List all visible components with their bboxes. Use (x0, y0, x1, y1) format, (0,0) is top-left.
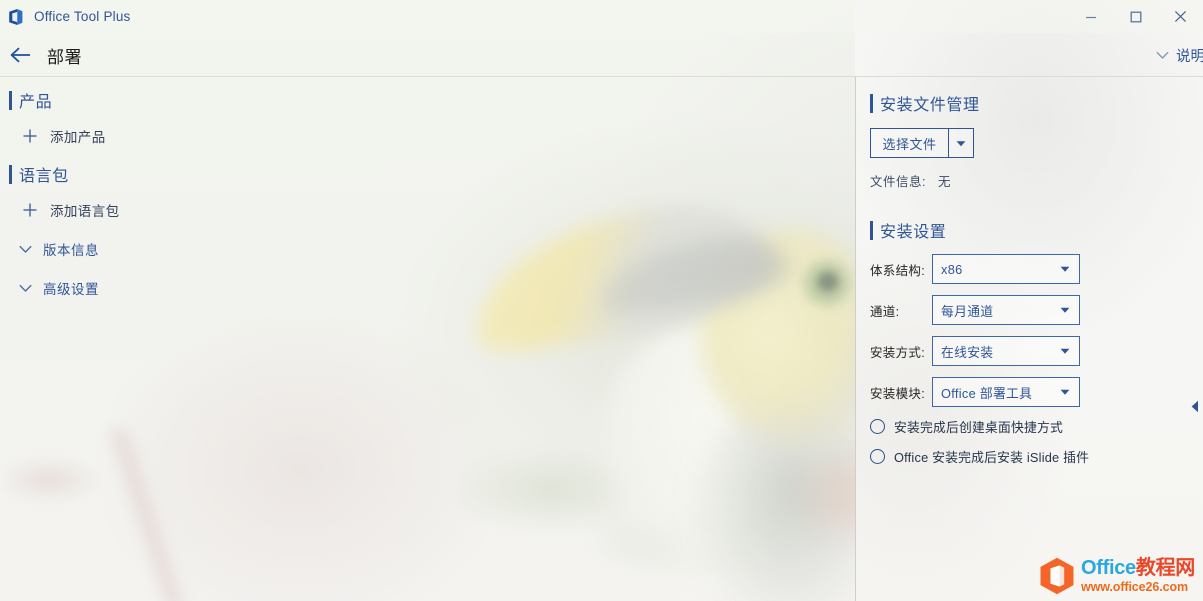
select-file-group: 选择文件 (870, 128, 974, 158)
add-product-label: 添加产品 (50, 130, 106, 145)
section-accent-bar (870, 220, 873, 240)
maximize-icon[interactable] (1113, 0, 1158, 33)
watermark-brand-en: Office (1081, 557, 1136, 580)
section-header-language-packs: 语言包 (9, 161, 855, 187)
minimize-icon[interactable] (1068, 0, 1113, 33)
field-install-method: 安装方式: 在线安装 (870, 336, 1203, 366)
add-language-pack-label: 添加语言包 (50, 204, 120, 219)
sidebar-item-version-info-label: 版本信息 (43, 243, 99, 258)
option-create-desktop-shortcut[interactable]: 安装完成后创建桌面快捷方式 (870, 415, 1203, 437)
title-bar: Office Tool Plus (0, 0, 1203, 33)
architecture-select[interactable]: x86 (932, 254, 1080, 284)
section-title-file-management: 安装文件管理 (880, 97, 980, 114)
caret-down-icon (1060, 307, 1070, 314)
sidebar-item-advanced-settings-label: 高级设置 (43, 282, 99, 297)
sidebar-item-version-info[interactable]: 版本信息 (17, 234, 855, 264)
add-language-pack-button[interactable]: 添加语言包 (22, 195, 855, 225)
caret-down-icon (1060, 389, 1070, 396)
channel-select[interactable]: 每月通道 (932, 295, 1080, 325)
file-info-value: 无 (937, 175, 951, 189)
page-header: 部署 说明 (0, 33, 1203, 77)
window-controls (1068, 0, 1203, 33)
office-logo-icon (1039, 557, 1075, 595)
install-module-select[interactable]: Office 部署工具 (932, 377, 1080, 407)
watermark-brand-cn: 教程网 (1135, 557, 1195, 580)
file-info-label: 文件信息: (870, 175, 926, 189)
office-tool-plus-window: Office Tool Plus 部署 说明 产品 添加产品 语言包 添加语言包… (0, 0, 1203, 601)
field-install-module: 安装模块: Office 部署工具 (870, 377, 1203, 407)
section-accent-bar (870, 93, 873, 113)
settings-panel: 安装文件管理 选择文件 文件信息: 无 安装设置 体系结构: x86 通道: 每… (856, 77, 1203, 601)
option-install-islide[interactable]: Office 安装完成后安装 iSlide 插件 (870, 445, 1203, 467)
section-title-products: 产品 (19, 94, 53, 111)
option-create-desktop-shortcut-label: 安装完成后创建桌面快捷方式 (894, 419, 1063, 435)
chevron-down-icon (17, 280, 33, 296)
section-accent-bar (9, 164, 12, 184)
help-label: 说明 (1176, 48, 1203, 65)
option-install-islide-label: Office 安装完成后安装 iSlide 插件 (894, 449, 1090, 465)
watermark-line-2: www.office26.com (1081, 580, 1188, 595)
field-channel-label: 通道: (870, 304, 900, 319)
section-header-file-management: 安装文件管理 (870, 90, 1203, 116)
field-channel: 通道: 每月通道 (870, 295, 1203, 325)
plus-icon (22, 202, 38, 218)
field-install-module-label: 安装模块: (870, 386, 925, 401)
page-title: 部署 (47, 47, 82, 67)
chevron-down-icon (1156, 51, 1169, 60)
watermark-text: Office教程网 www.office26.com (1081, 558, 1195, 594)
office-logo-icon (7, 8, 25, 26)
section-title-install-settings: 安装设置 (880, 224, 947, 241)
file-info-row: 文件信息: 无 (870, 171, 1203, 190)
app-title: Office Tool Plus (34, 9, 131, 24)
collapse-left-icon[interactable] (1188, 398, 1202, 414)
watermark-line-1: Office教程网 (1081, 558, 1195, 578)
close-icon[interactable] (1158, 0, 1203, 33)
back-arrow-icon[interactable] (6, 40, 36, 70)
radio-icon[interactable] (870, 448, 885, 464)
add-product-button[interactable]: 添加产品 (22, 121, 855, 151)
section-header-products: 产品 (9, 87, 855, 113)
field-install-method-label: 安装方式: (870, 345, 925, 360)
panel-divider (855, 77, 856, 601)
help-menu[interactable]: 说明 (1156, 45, 1203, 66)
section-accent-bar (9, 90, 12, 110)
watermark: Office教程网 www.office26.com (1039, 557, 1195, 595)
caret-down-icon (1060, 266, 1070, 273)
channel-value: 每月通道 (941, 303, 994, 319)
plus-icon (22, 128, 38, 144)
install-module-value: Office 部署工具 (941, 385, 1033, 401)
install-method-select[interactable]: 在线安装 (932, 336, 1080, 366)
section-header-install-settings: 安装设置 (870, 217, 1203, 243)
deployment-sidebar: 产品 添加产品 语言包 添加语言包 版本信息 高级设置 (0, 77, 855, 601)
radio-icon[interactable] (870, 418, 885, 434)
caret-down-icon (1060, 348, 1070, 355)
section-title-language-packs: 语言包 (19, 168, 69, 185)
chevron-down-icon (17, 241, 33, 257)
select-file-dropdown-button[interactable] (948, 128, 974, 158)
sidebar-item-advanced-settings[interactable]: 高级设置 (17, 273, 855, 303)
select-file-button[interactable]: 选择文件 (870, 128, 948, 158)
architecture-value: x86 (941, 261, 963, 277)
field-architecture-label: 体系结构: (870, 263, 925, 278)
field-architecture: 体系结构: x86 (870, 254, 1203, 284)
install-method-value: 在线安装 (941, 344, 994, 360)
